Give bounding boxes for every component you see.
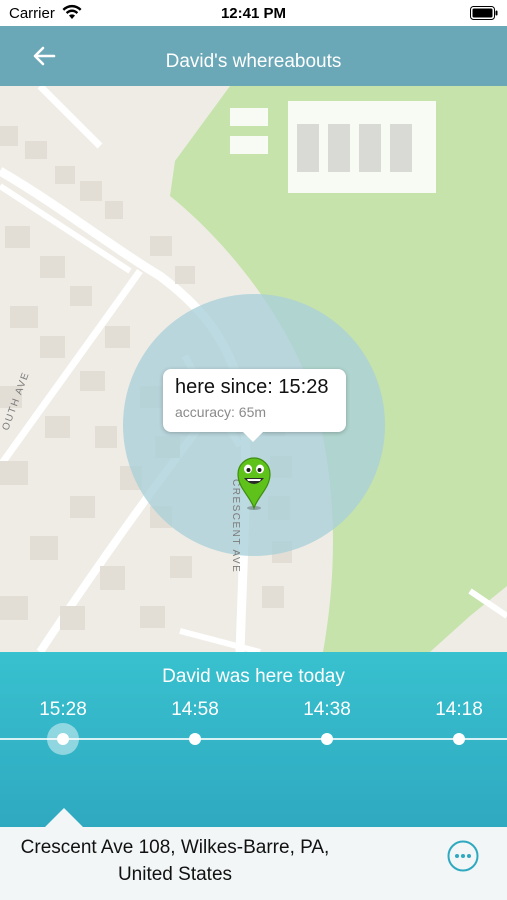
header-bar: David's whereabouts [0,26,507,86]
timeline-panel: David was here today 15:28 14:58 14:38 1… [0,652,507,828]
timeline-slot-4[interactable]: 14:18 [419,699,499,759]
status-bar: Carrier 12:41 PM [0,0,507,26]
here-since-text: here since: 15:28 [175,376,329,398]
timeline-time: 14:38 [303,699,351,720]
timeline-heading: David was here today [162,666,345,687]
more-options-icon[interactable] [447,840,479,872]
address-text: Crescent Ave 108, Wilkes-Barre, PA, Unit… [6,834,344,888]
accuracy-text: accuracy: 65m [175,404,267,420]
timeline-slot-3[interactable]: 14:38 [287,699,367,759]
page-title: David's whereabouts [165,51,342,72]
location-callout[interactable]: here since: 15:28 accuracy: 65m [163,369,346,442]
smiley-pin-icon[interactable] [236,456,272,510]
map-view[interactable]: CRESCENT AVE OUTH AVE here since: 15:28 … [0,86,507,652]
address-footer: Crescent Ave 108, Wilkes-Barre, PA, Unit… [0,827,507,900]
timeline-time: 14:18 [435,699,483,720]
selection-pointer [44,808,84,828]
battery-icon [470,6,498,20]
timeline-slot-2[interactable]: 14:58 [155,699,235,759]
timeline-dot-selected [47,723,79,755]
timeline-time: 14:58 [171,699,219,720]
timeline-dot [189,733,201,745]
clock: 12:41 PM [220,5,287,22]
timeline-time: 15:28 [39,699,87,720]
timeline-slot-1[interactable]: 15:28 [23,699,103,759]
timeline-dot [321,733,333,745]
address-line-1: Crescent Ave 108, Wilkes-Barre, PA, [20,837,330,858]
timeline-dot [453,733,465,745]
address-line-2: United States [117,864,233,885]
